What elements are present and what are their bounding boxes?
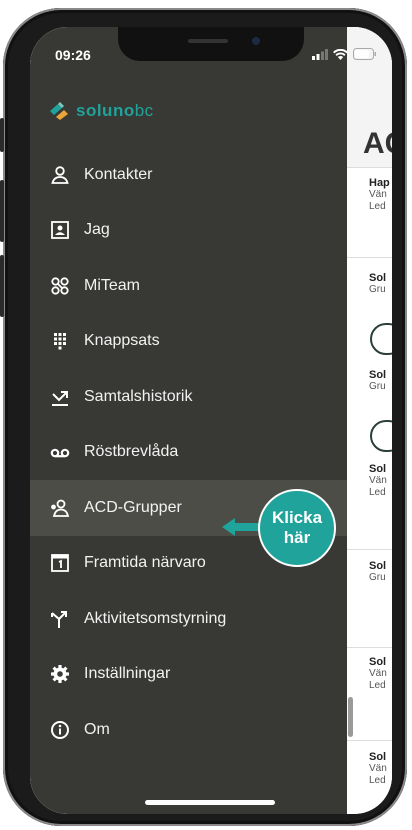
action-button[interactable] (370, 323, 392, 355)
menu-item-om[interactable]: Om (30, 702, 347, 758)
drawer-menu: Kontakter Jag MiTeam Knappsats Samtalshi… (30, 147, 347, 758)
logo: solunobc (48, 101, 154, 121)
menu-item-label: Jag (84, 221, 110, 239)
list-item[interactable]: Sol Vän Led (369, 656, 387, 692)
item-subtitle: Led (369, 201, 386, 212)
menu-item-kontakter[interactable]: Kontakter (30, 147, 347, 203)
menu-item-jag[interactable]: Jag (30, 203, 347, 259)
app-title: AC (363, 127, 392, 160)
mute-switch (0, 118, 4, 152)
wifi-icon (333, 49, 348, 60)
menu-item-label: MiTeam (84, 276, 141, 294)
home-indicator[interactable] (145, 800, 275, 805)
volume-up-button (0, 180, 4, 242)
divider (347, 740, 392, 741)
list-item[interactable]: Sol Vän Led (369, 751, 387, 787)
menu-item-aktivitetsomstyrning[interactable]: Aktivitetsomstyrning (30, 591, 347, 647)
item-subtitle: Vän (369, 189, 387, 200)
item-title: Sol (369, 369, 387, 381)
item-subtitle: Gru (369, 572, 386, 583)
speaker (188, 39, 228, 43)
status-time: 09:26 (55, 47, 91, 63)
item-title: Sol (369, 272, 387, 284)
logo-brand: soluno (76, 101, 135, 120)
gear-icon (50, 664, 70, 684)
item-subtitle: Led (369, 775, 386, 786)
menu-item-label: Röstbrevlåda (84, 443, 179, 461)
status-icons (312, 48, 377, 60)
list-item[interactable]: Hap Vän Led (369, 177, 390, 213)
redirect-icon (50, 609, 70, 629)
item-title: Sol (369, 463, 387, 475)
item-title: Hap (369, 177, 390, 189)
item-subtitle: Gru (369, 381, 386, 392)
callout-line-2: här (283, 528, 311, 547)
item-title: Sol (369, 560, 387, 572)
person-icon (50, 165, 70, 185)
action-button[interactable] (370, 420, 392, 452)
notch (118, 27, 304, 61)
menu-item-knappsats[interactable]: Knappsats (30, 314, 347, 370)
menu-item-samtalshistorik[interactable]: Samtalshistorik (30, 369, 347, 425)
menu-item-label: Knappsats (84, 332, 160, 350)
item-subtitle: Led (369, 487, 386, 498)
menu-item-label: Om (84, 720, 110, 738)
item-title: Sol (369, 656, 387, 668)
call-history-icon (50, 387, 70, 407)
navigation-drawer: 09:26 solunobc Kontakter Jag MiTeam Knap… (30, 27, 376, 814)
arrow-left-icon (222, 518, 262, 536)
list-item[interactable]: Sol Vän Led (369, 463, 387, 499)
calendar-icon (50, 553, 70, 573)
logo-text: solunobc (76, 101, 154, 121)
divider (347, 647, 392, 648)
camera (252, 37, 260, 45)
menu-item-rostbrevlada[interactable]: Röstbrevlåda (30, 425, 347, 481)
screen: AC Hap Vän Led Sol Gru Sol Gru Sol Vän L… (30, 27, 392, 814)
menu-item-installningar[interactable]: Inställningar (30, 647, 347, 703)
menu-item-label: Inställningar (84, 665, 171, 683)
item-subtitle: Vän (369, 475, 387, 486)
logo-suffix: bc (134, 101, 154, 120)
callout-line-1: Klicka (271, 508, 323, 527)
item-subtitle: Vän (369, 763, 387, 774)
divider (347, 167, 392, 168)
menu-item-label: Aktivitetsomstyrning (84, 609, 227, 627)
logo-mark-icon (50, 102, 68, 120)
menu-item-miteam[interactable]: MiTeam (30, 258, 347, 314)
id-card-icon (50, 220, 70, 240)
keypad-icon (50, 331, 70, 351)
item-subtitle: Gru (369, 284, 386, 295)
list-item[interactable]: Sol Gru (369, 272, 386, 296)
click-here-callout: Klicka här (258, 489, 336, 567)
item-subtitle: Vän (369, 668, 387, 679)
battery-icon (353, 48, 376, 60)
item-title: Sol (369, 751, 387, 763)
menu-item-label: Framtida närvaro (84, 554, 206, 572)
voicemail-icon (50, 442, 70, 462)
signal-icon (312, 49, 328, 60)
menu-item-label: Samtalshistorik (84, 387, 193, 405)
menu-item-label: Kontakter (84, 165, 153, 183)
list-item[interactable]: Sol Gru (369, 369, 386, 393)
list-item[interactable]: Sol Gru (369, 560, 386, 584)
item-subtitle: Led (369, 680, 386, 691)
volume-down-button (0, 255, 4, 317)
divider (347, 257, 392, 258)
team-icon (50, 276, 70, 296)
divider (347, 549, 392, 550)
acd-group-icon (50, 498, 70, 518)
info-icon (50, 720, 70, 740)
menu-item-label: ACD-Grupper (84, 498, 182, 516)
scrollbar[interactable] (348, 697, 353, 737)
